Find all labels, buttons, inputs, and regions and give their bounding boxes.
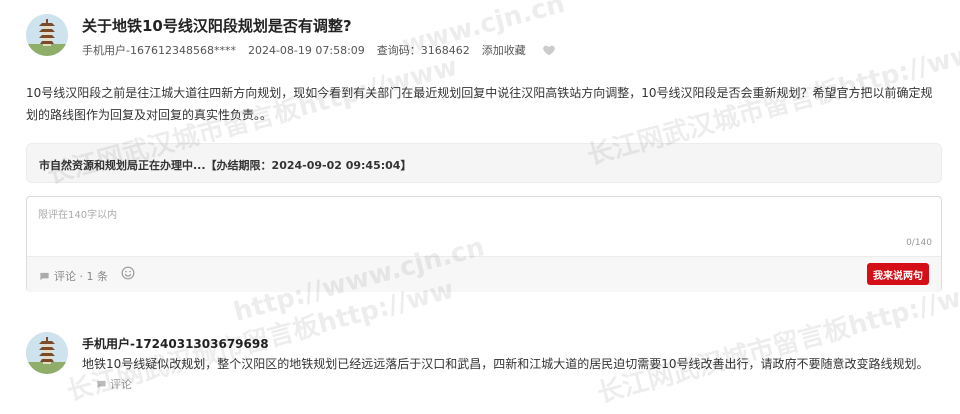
submit-comment-button[interactable]: 我来说两句: [867, 263, 929, 285]
post-title: 关于地铁10号线汉阳段规划是否有调整?: [82, 17, 352, 35]
reply-comment-label: 评论: [110, 377, 132, 391]
post-meta: 手机用户-167612348568**** 2024-08-19 07:58:0…: [82, 42, 556, 58]
emoji-icon[interactable]: [121, 266, 135, 280]
status-text: 市自然资源和规划局正在办理中...【办结期限：2024-09-02 09:45:…: [39, 159, 412, 172]
author-avatar[interactable]: [26, 14, 68, 56]
comment-count-label: 评论 · 1 条: [54, 270, 108, 283]
char-counter: 0/140: [906, 238, 932, 248]
comment-footer: 评论 · 1 条 我来说两句: [27, 256, 941, 292]
speech-bubble-icon: [97, 380, 106, 389]
comment-form: 0/140 评论 · 1 条 我来说两句: [26, 196, 942, 292]
query-code-value: 3168462: [420, 44, 470, 57]
heart-icon[interactable]: [542, 43, 556, 57]
reply-username[interactable]: 手机用户-1724031303679698: [82, 335, 269, 352]
speech-bubble-icon: [40, 272, 49, 280]
reply-avatar[interactable]: [26, 332, 68, 374]
reply-comment-link[interactable]: 评论: [96, 375, 132, 395]
status-panel: 市自然资源和规划局正在办理中...【办结期限：2024-09-02 09:45:…: [26, 143, 942, 183]
query-code: 查询码：3168462: [377, 42, 470, 58]
add-favorite-link[interactable]: 添加收藏: [482, 42, 526, 58]
comment-input[interactable]: [27, 197, 941, 255]
post-date: 2024-08-19 07:58:09: [247, 43, 365, 57]
reply-body: 地铁10号线疑似改规划，整个汉阳区的地铁规划已经远远落后于汉口和武昌，四新和江城…: [82, 354, 942, 395]
pagoda-avatar-image: [26, 14, 68, 56]
post-author[interactable]: 手机用户-167612348568****: [82, 42, 236, 58]
comment-count[interactable]: 评论 · 1 条: [39, 268, 108, 284]
reply-text: 地铁10号线疑似改规划，整个汉阳区的地铁规划已经远远落后于汉口和武昌，四新和江城…: [82, 357, 929, 371]
query-code-label: 查询码：: [376, 44, 421, 57]
pagoda-avatar-image: [26, 332, 68, 374]
post-body: 10号线汉阳段之前是往江城大道往四新方向规划，现如今看到有关部门在最近规划回复中…: [26, 86, 933, 122]
